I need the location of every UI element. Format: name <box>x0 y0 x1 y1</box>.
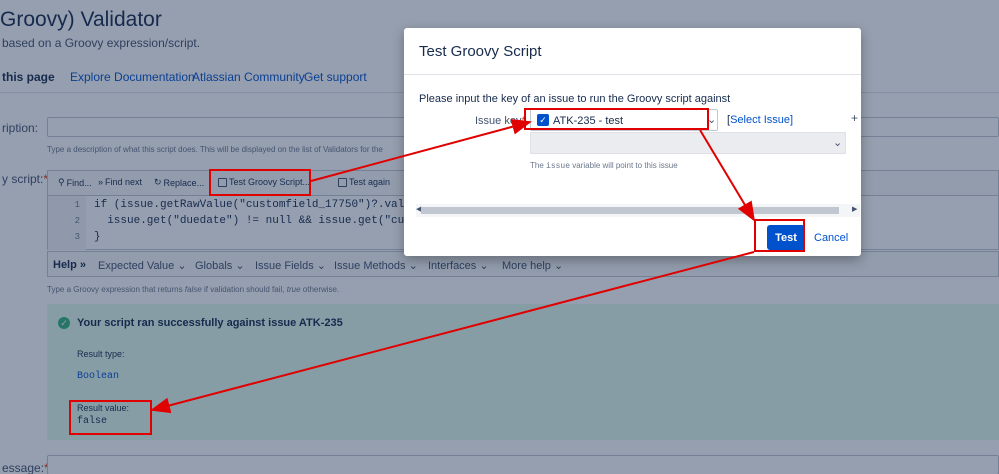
arrow-to-test-button <box>699 129 756 222</box>
annotation-arrows <box>150 118 756 414</box>
arrow-to-issue-key <box>310 118 532 182</box>
arrow-to-result-value <box>150 251 755 414</box>
